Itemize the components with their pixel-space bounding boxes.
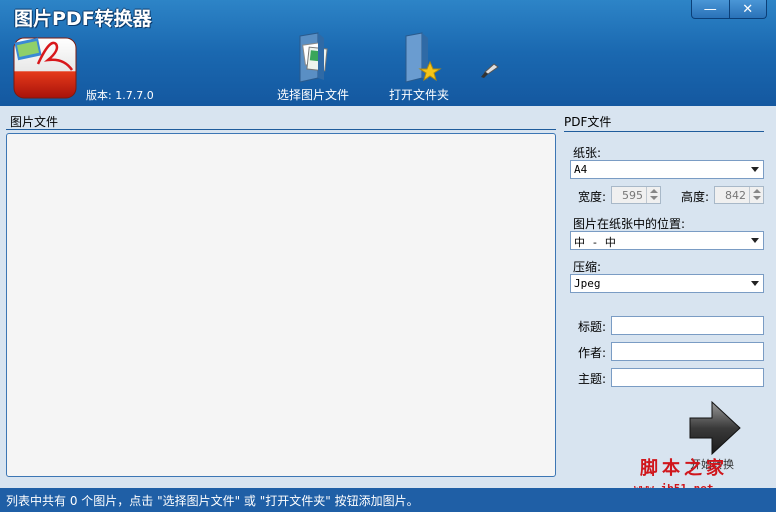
chevron-down-icon [751,167,759,172]
open-folder-label: 打开文件夹 [388,88,449,102]
folder-star-icon [405,32,442,83]
window-controls: — ✕ [691,0,767,19]
title-input[interactable] [611,316,764,335]
watermark-site-name: 脚本之家 [640,458,728,479]
add-images-button[interactable]: 选择图片文件 [274,32,352,103]
stepper-up-icon[interactable] [753,189,761,193]
position-select[interactable]: 中 - 中 [570,231,764,250]
width-stepper[interactable]: 595 [611,186,661,204]
close-button[interactable]: ✕ [728,0,767,18]
height-stepper[interactable]: 842 [714,186,764,204]
height-label: 高度: [681,190,710,204]
status-bar: 列表中共有 0 个图片，点击 "选择图片文件" 或 "打开文件夹" 按钮添加图片… [0,488,776,512]
pdf-section-title: PDF文件 [564,115,612,129]
paper-label: 纸张: [573,146,602,160]
position-label: 图片在纸张中的位置: [573,217,686,231]
divider [564,131,764,132]
divider [6,129,556,130]
position-value: 中 - 中 [574,236,616,249]
chevron-down-icon [751,281,759,286]
width-label: 宽度: [578,190,607,204]
author-input[interactable] [611,342,764,361]
subject-input[interactable] [611,368,764,387]
folder-images-icon [299,32,328,83]
compress-label: 压缩: [573,260,602,274]
height-value: 842 [725,189,746,202]
header: 图片PDF转换器 版本: 1.7.7.0 — ✕ 选择图片文件 打开文件夹 [0,0,776,106]
image-files-title: 图片文件 [10,115,59,129]
subject-label: 主题: [578,372,607,386]
add-images-label: 选择图片文件 [276,88,349,102]
paper-value: A4 [574,163,588,176]
author-label: 作者: [578,346,607,360]
app-logo-icon [13,37,77,99]
stepper-up-icon[interactable] [650,189,658,193]
version-text: 版本: 1.7.7.0 [86,89,154,102]
app-title: 图片PDF转换器 [14,8,152,30]
chevron-down-icon [751,238,759,243]
stepper-down-icon[interactable] [650,196,658,200]
width-value: 595 [622,189,643,202]
open-folder-button[interactable]: 打开文件夹 [386,32,452,103]
stepper-down-icon[interactable] [753,196,761,200]
title-label: 标题: [578,320,607,334]
compress-select[interactable]: Jpeg [570,274,764,293]
compress-value: Jpeg [574,277,601,290]
brush-icon[interactable] [478,62,500,80]
image-file-list[interactable] [6,133,556,477]
paper-select[interactable]: A4 [570,160,764,179]
minimize-button[interactable]: — [692,0,729,18]
